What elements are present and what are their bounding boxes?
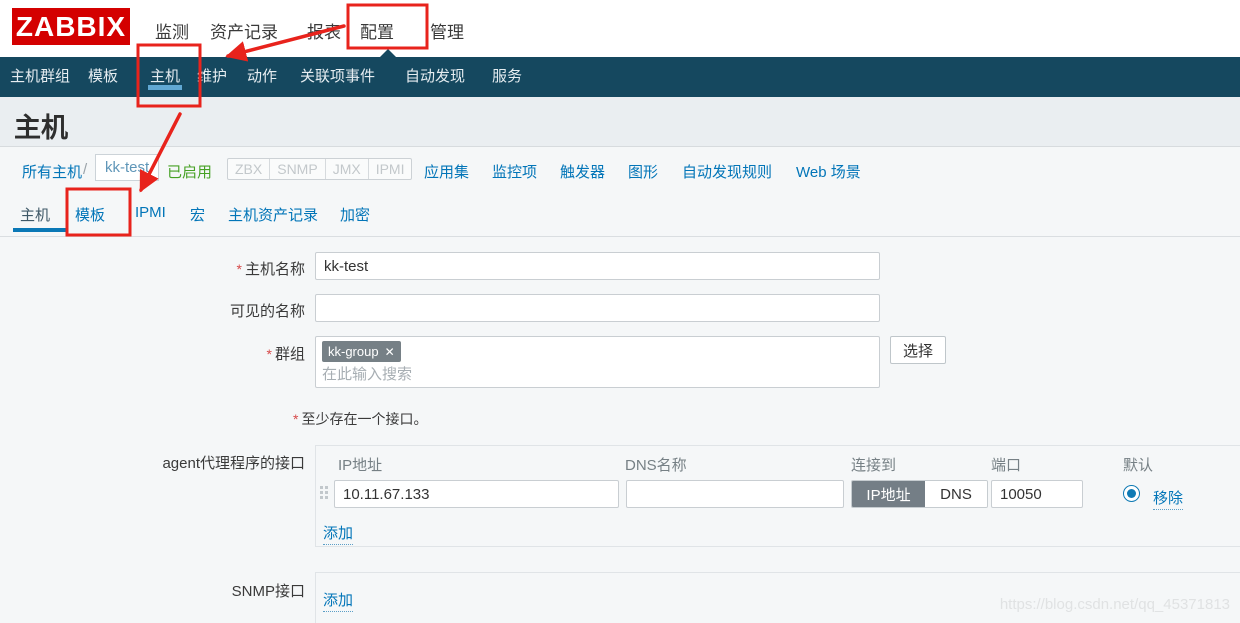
breadcrumb-link-discovery-rules[interactable]: 自动发现规则: [682, 161, 772, 182]
remove-interface-link[interactable]: 移除: [1153, 487, 1183, 510]
breadcrumb-host-name[interactable]: kk-test: [95, 154, 159, 181]
nav-item-actions[interactable]: 动作: [247, 57, 277, 97]
main-nav-bar: 主机群组 模板 主机 维护 动作 关联项事件 自动发现 服务: [0, 57, 1240, 97]
drag-handle-icon[interactable]: [320, 486, 328, 499]
tab-templates[interactable]: 模板: [75, 204, 105, 225]
required-marker: *: [293, 411, 298, 427]
badge-jmx: JMX: [325, 159, 368, 179]
tab-active-indicator: [13, 228, 66, 232]
breadcrumb-link-items[interactable]: 监控项: [492, 161, 537, 182]
col-header-default: 默认: [1123, 454, 1153, 475]
watermark-text: https://blog.csdn.net/qq_45371813: [1000, 596, 1230, 613]
group-chip: kk-group ✕: [322, 341, 401, 362]
agent-interface-label: agent代理程序的接口: [0, 452, 305, 473]
host-status-enabled[interactable]: 已启用: [167, 161, 212, 182]
radio-dot: [1127, 489, 1136, 498]
col-header-ip: IP地址: [338, 454, 382, 475]
tab-macros[interactable]: 宏: [190, 204, 205, 225]
col-header-port: 端口: [991, 454, 1021, 475]
visible-name-label: 可见的名称: [0, 300, 305, 321]
page-title: 主机: [14, 106, 68, 145]
badge-ipmi: IPMI: [368, 159, 412, 179]
col-header-dns: DNS名称: [625, 454, 687, 475]
selected-menu-caret-icon: [379, 49, 397, 58]
tab-encryption[interactable]: 加密: [340, 204, 370, 225]
zabbix-host-config-page: ZABBIX 监测 资产记录 报表 配置 管理 主机群组 模板 主机 维护 动作…: [0, 0, 1240, 623]
top-nav-item-configuration[interactable]: 配置: [360, 18, 394, 43]
group-chip-label: kk-group: [328, 344, 379, 359]
breadcrumb-all-hosts-link[interactable]: 所有主机: [22, 161, 82, 182]
connect-to-ip-option[interactable]: IP地址: [852, 481, 925, 507]
agent-interface-container: IP地址 DNS名称 连接到 端口 默认 IP地址 DNS 移除 添加: [315, 445, 1240, 547]
add-agent-interface-link[interactable]: 添加: [323, 522, 353, 545]
interface-required-note: *至少存在一个接口。: [293, 409, 427, 429]
host-name-label: *主机名称: [0, 258, 305, 279]
chip-remove-icon[interactable]: ✕: [385, 345, 395, 359]
nav-item-services[interactable]: 服务: [492, 57, 522, 97]
nav-item-hosts[interactable]: 主机: [150, 57, 180, 97]
tab-row-border: [0, 236, 1240, 237]
col-header-connect-to: 连接到: [851, 454, 896, 475]
select-button[interactable]: 选择: [890, 336, 946, 364]
visible-name-input[interactable]: [315, 294, 880, 322]
nav-item-maintenance[interactable]: 维护: [197, 57, 227, 97]
nav-active-indicator: [148, 85, 182, 90]
tab-ipmi[interactable]: IPMI: [135, 204, 166, 221]
breadcrumb-separator: /: [83, 161, 87, 178]
connect-to-dns-option[interactable]: DNS: [925, 481, 987, 507]
nav-item-event-correlation[interactable]: 关联项事件: [300, 57, 375, 97]
badge-snmp: SNMP: [269, 159, 324, 179]
agent-port-input[interactable]: [991, 480, 1083, 508]
required-marker: *: [267, 346, 272, 362]
agent-ip-input[interactable]: [334, 480, 619, 508]
groups-multiselect[interactable]: kk-group ✕: [315, 336, 880, 388]
groups-search-input[interactable]: [322, 366, 818, 383]
nav-item-templates[interactable]: 模板: [88, 57, 118, 97]
top-nav-item-monitoring[interactable]: 监测: [155, 18, 189, 43]
tab-host-inventory[interactable]: 主机资产记录: [228, 204, 318, 225]
agent-dns-input[interactable]: [626, 480, 844, 508]
badge-zbx: ZBX: [228, 159, 269, 179]
connect-to-toggle: IP地址 DNS: [851, 480, 988, 508]
add-snmp-interface-link[interactable]: 添加: [323, 589, 353, 612]
zabbix-logo[interactable]: ZABBIX: [12, 8, 130, 45]
breadcrumb-link-triggers[interactable]: 触发器: [560, 161, 605, 182]
breadcrumb-link-graphs[interactable]: 图形: [628, 161, 658, 182]
top-nav-item-reports[interactable]: 报表: [307, 18, 341, 43]
breadcrumb-link-web-scenarios[interactable]: Web 场景: [796, 161, 861, 182]
default-interface-radio[interactable]: [1123, 485, 1140, 502]
tab-host[interactable]: 主机: [20, 204, 50, 225]
top-nav-item-inventory[interactable]: 资产记录: [210, 18, 278, 43]
top-header: ZABBIX 监测 资产记录 报表 配置 管理: [0, 0, 1240, 57]
breadcrumb-link-applications[interactable]: 应用集: [424, 161, 469, 182]
agent-availability-badges: ZBX SNMP JMX IPMI: [227, 158, 412, 180]
snmp-interface-label: SNMP接口: [0, 580, 305, 601]
nav-item-discovery[interactable]: 自动发现: [405, 57, 465, 97]
nav-item-host-groups[interactable]: 主机群组: [10, 57, 70, 97]
top-nav-item-administration[interactable]: 管理: [430, 18, 464, 43]
groups-label: *群组: [0, 343, 305, 364]
host-name-input[interactable]: [315, 252, 880, 280]
title-band: 主机: [0, 97, 1240, 147]
required-marker: *: [237, 261, 242, 277]
